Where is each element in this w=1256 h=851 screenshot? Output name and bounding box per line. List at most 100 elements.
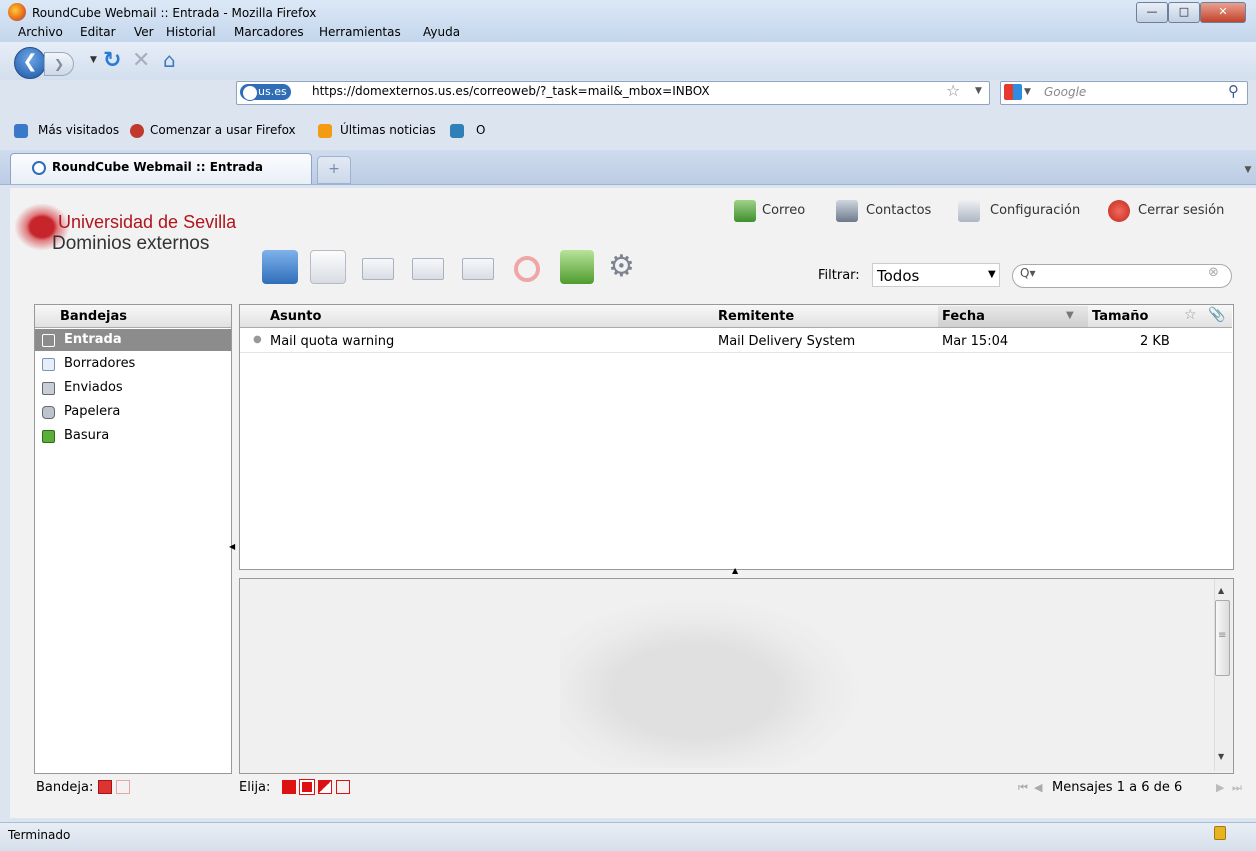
close-window-button[interactable]: ✕ — [1200, 2, 1246, 23]
select-none-icon[interactable] — [336, 780, 350, 794]
nav-logout-link[interactable]: Cerrar sesión — [1138, 203, 1224, 218]
sent-icon — [42, 382, 55, 395]
message-subject[interactable]: Mail quota warning — [270, 334, 394, 349]
bookmark-latest-news[interactable]: Últimas noticias — [340, 123, 436, 137]
compact-folder-icon[interactable] — [98, 780, 112, 794]
compose-icon[interactable] — [310, 250, 346, 284]
invert-selection-icon[interactable] — [318, 780, 332, 794]
menu-marcadores[interactable]: Marcadores — [234, 25, 304, 39]
maximize-button[interactable]: □ — [1168, 2, 1200, 23]
message-date: Mar 15:04 — [942, 334, 1009, 349]
tab-list-dropdown-icon[interactable]: ▼ — [1240, 158, 1256, 182]
window-title: RoundCube Webmail :: Entrada - Mozilla F… — [32, 6, 317, 20]
status-text: Terminado — [8, 828, 71, 842]
select-all-icon[interactable] — [282, 780, 296, 794]
folder-label: Entrada — [64, 332, 122, 347]
bookmark-get-started[interactable]: Comenzar a usar Firefox — [150, 123, 296, 137]
folder-label: Enviados — [64, 380, 123, 395]
next-page-icon[interactable]: ▶ — [1216, 781, 1224, 794]
browser-status-bar — [0, 822, 1256, 851]
quick-search-input[interactable] — [1012, 264, 1232, 288]
address-book-icon[interactable] — [836, 200, 858, 222]
filter-select[interactable]: Todos — [872, 263, 1000, 287]
arrow-right-icon: ❯ — [53, 57, 65, 71]
chevron-down-icon[interactable]: ▼ — [988, 269, 996, 280]
menu-ver[interactable]: Ver — [134, 25, 154, 39]
forward-button[interactable]: ❯ — [44, 52, 74, 76]
delete-icon[interactable] — [514, 256, 540, 282]
scroll-up-icon[interactable]: ▲ — [1218, 586, 1224, 595]
filter-label: Filtrar: — [818, 268, 860, 283]
message-size: 2 KB — [1140, 334, 1170, 349]
folder-label: Papelera — [64, 404, 121, 419]
first-page-icon[interactable]: ⏮ — [1018, 781, 1028, 795]
url-text[interactable]: https://domexternos.us.es/correoweb/?_ta… — [312, 84, 710, 98]
firefox-start-icon — [130, 124, 144, 138]
mail-icon[interactable] — [734, 200, 756, 222]
folder-list-title: Bandejas — [60, 309, 128, 324]
reload-icon[interactable]: ↻ — [103, 48, 121, 73]
reply-all-icon[interactable] — [412, 258, 444, 280]
search-options-icon[interactable]: Q▾ — [1020, 266, 1035, 280]
list-pane-resize-handle[interactable]: ▲ — [732, 566, 738, 575]
column-date[interactable]: Fecha — [942, 309, 985, 324]
search-engine-dropdown-icon[interactable]: ▼ — [1024, 87, 1031, 97]
select-unread-icon[interactable] — [299, 779, 315, 795]
navigation-toolbar — [0, 42, 1256, 80]
menu-historial[interactable]: Historial — [166, 25, 216, 39]
bookmark-star-icon[interactable]: ☆ — [946, 81, 960, 100]
magnifier-icon[interactable]: ⚲ — [1228, 82, 1239, 100]
gear-icon[interactable]: ⚙ — [608, 250, 635, 284]
folder-label: Borradores — [64, 356, 136, 371]
history-dropdown-icon[interactable]: ▼ — [90, 55, 97, 65]
new-tab-button[interactable]: + — [317, 156, 351, 184]
padlock-icon[interactable] — [1214, 826, 1226, 840]
tab-label: RoundCube Webmail :: Entrada — [52, 160, 263, 174]
minimize-button[interactable]: — — [1136, 2, 1168, 23]
menu-archivo[interactable]: Archivo — [18, 25, 63, 39]
arrow-left-icon: ❮ — [22, 51, 38, 72]
bookmark-most-visited[interactable]: Más visitados — [38, 123, 119, 137]
url-dropdown-icon[interactable]: ▼ — [975, 86, 982, 96]
logout-icon[interactable] — [1108, 200, 1130, 222]
column-subject[interactable]: Asunto — [270, 309, 321, 324]
scroll-down-icon[interactable]: ▼ — [1218, 752, 1224, 761]
junk-icon — [42, 430, 55, 443]
google-icon[interactable] — [1004, 84, 1022, 100]
settings-panel-icon[interactable] — [958, 200, 980, 222]
menu-herramientas[interactable]: Herramientas — [319, 25, 401, 39]
trash-icon — [42, 406, 55, 419]
bookmark-o[interactable]: O — [476, 123, 485, 137]
empty-folder-icon[interactable] — [116, 780, 130, 794]
folder-pane-resize-handle[interactable]: ◀ — [229, 542, 235, 551]
folder-actions-label: Bandeja: — [36, 780, 94, 795]
message-count: Mensajes 1 a 6 de 6 — [1052, 780, 1183, 795]
mark-message-icon[interactable] — [560, 250, 594, 284]
unread-status-icon: ● — [253, 334, 262, 345]
web-search-input[interactable] — [1000, 81, 1248, 105]
clear-search-icon[interactable]: ⊗ — [1208, 265, 1219, 280]
logo-subtitle: Dominios externos — [52, 233, 210, 254]
column-size[interactable]: Tamaño — [1092, 309, 1148, 324]
home-icon[interactable]: ⌂ — [163, 48, 176, 72]
forward-icon[interactable] — [462, 258, 494, 280]
nav-contacts-link[interactable]: Contactos — [866, 203, 931, 218]
watermark-logo — [560, 598, 860, 768]
flag-star-icon[interactable]: ☆ — [1184, 307, 1197, 323]
column-from[interactable]: Remitente — [718, 309, 794, 324]
drafts-icon — [42, 358, 55, 371]
menu-editar[interactable]: Editar — [80, 25, 116, 39]
reply-icon[interactable] — [362, 258, 394, 280]
previous-page-icon[interactable]: ◀ — [1034, 781, 1042, 794]
stop-icon[interactable]: ✕ — [132, 48, 150, 73]
back-button[interactable]: ❮ — [14, 47, 46, 79]
row-divider — [240, 352, 1232, 353]
inbox-icon — [42, 334, 55, 347]
check-mail-icon[interactable] — [262, 250, 298, 284]
nav-settings-link[interactable]: Configuración — [990, 203, 1080, 218]
last-page-icon[interactable]: ⏭ — [1232, 781, 1242, 795]
menu-ayuda[interactable]: Ayuda — [423, 25, 460, 39]
web-search-placeholder: Google — [1044, 85, 1087, 99]
nav-mail-link[interactable]: Correo — [762, 203, 805, 218]
roundcube-favicon-icon — [32, 161, 46, 175]
